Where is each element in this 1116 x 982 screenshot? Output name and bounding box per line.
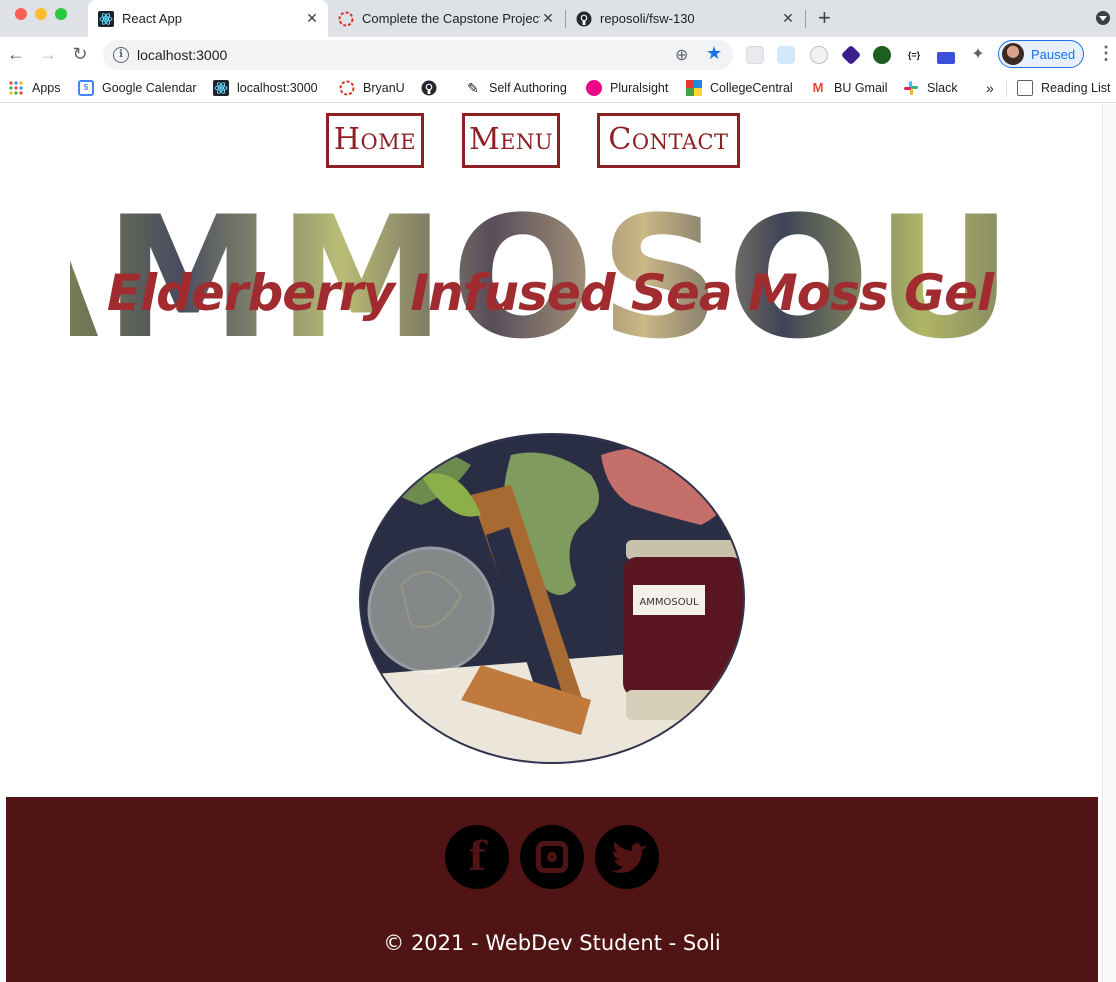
tab-title: React App	[122, 11, 182, 26]
bookmark-google-calendar[interactable]: 5 Google Calendar	[78, 79, 197, 97]
chevron-double-right-icon: »	[986, 80, 994, 96]
json-viewer-icon[interactable]: {=}	[905, 46, 923, 64]
bookmarks-overflow-button[interactable]: »	[986, 79, 994, 97]
product-photo-graphic: AMMOSOUL	[361, 435, 743, 762]
react-icon	[213, 80, 229, 96]
bookmark-self-authoring[interactable]: ✎ Self Authoring	[465, 79, 567, 97]
facebook-link[interactable]: f	[445, 825, 509, 889]
bookmark-localhost[interactable]: localhost:3000	[213, 79, 318, 97]
tab-title: Complete the Capstone Project	[362, 11, 540, 26]
nav-contact-link[interactable]: Contact	[597, 113, 740, 168]
reading-list-button[interactable]: Reading List	[1017, 79, 1111, 97]
extension-wave-icon[interactable]	[937, 52, 955, 64]
reading-list-icon	[1017, 80, 1033, 96]
browser-menu-icon[interactable]: ⋮	[1097, 43, 1115, 64]
instagram-link[interactable]	[520, 825, 584, 889]
google-calendar-icon: 5	[78, 80, 94, 96]
close-icon[interactable]: ✕	[304, 10, 320, 27]
bookmark-star-icon[interactable]: ★	[706, 43, 722, 64]
bookmark-bu-gmail[interactable]: M BU Gmail	[810, 79, 888, 97]
twitter-link[interactable]	[595, 825, 659, 889]
extension-layers-icon[interactable]	[840, 44, 862, 66]
icloud-icon[interactable]	[777, 46, 795, 64]
slack-icon	[903, 80, 919, 96]
github-icon	[576, 11, 592, 27]
github-icon	[421, 80, 437, 96]
avatar	[1002, 43, 1024, 65]
minimize-window-button[interactable]	[35, 8, 47, 20]
pluralsight-icon	[586, 80, 602, 96]
product-photo: AMMOSOUL	[359, 433, 745, 764]
gmail-icon: M	[812, 80, 824, 95]
browser-tab-bar: React App ✕ Complete the Capstone Projec…	[0, 0, 1116, 37]
bookmark-github[interactable]	[421, 79, 445, 97]
apps-grid-icon	[8, 80, 24, 96]
reload-icon[interactable]: ↻	[69, 43, 91, 65]
maximize-window-button[interactable]	[55, 8, 67, 20]
tab-search-icon[interactable]	[1096, 11, 1110, 25]
tab-separator	[805, 10, 806, 28]
facebook-icon: f	[468, 833, 486, 880]
pen-icon: ✎	[467, 80, 479, 96]
instagram-icon	[536, 841, 568, 873]
url-text[interactable]: localhost:3000	[137, 47, 227, 63]
extension-icon[interactable]	[746, 46, 764, 64]
close-window-button[interactable]	[15, 8, 27, 20]
close-icon[interactable]: ✕	[540, 10, 556, 27]
page-subtitle: Elderberry Infused Sea Moss Gel	[106, 264, 994, 322]
bookmark-collegecentral[interactable]: CollegeCentral	[686, 79, 793, 97]
bookmark-label: Reading List	[1041, 81, 1111, 95]
bookmark-pluralsight[interactable]: Pluralsight	[586, 79, 668, 97]
bookmark-label: Pluralsight	[610, 81, 669, 95]
close-icon[interactable]: ✕	[780, 10, 796, 27]
bookmark-label: Google Calendar	[102, 81, 197, 95]
back-icon[interactable]: ←	[5, 43, 27, 65]
page-scrollbar[interactable]	[1102, 104, 1116, 982]
forward-icon[interactable]: →	[37, 43, 59, 65]
site-info-icon[interactable]: i	[113, 47, 129, 63]
zoom-icon[interactable]: ⊕	[675, 45, 688, 65]
collegecentral-icon	[686, 80, 702, 96]
bryanu-icon	[338, 11, 354, 27]
bookmark-label: BryanU	[363, 81, 405, 95]
react-icon	[98, 10, 114, 27]
bookmark-label: CollegeCentral	[710, 81, 793, 95]
twitter-icon	[595, 825, 659, 893]
tab-title: reposoli/fsw-130	[600, 11, 695, 26]
bookmark-label: Apps	[32, 81, 61, 95]
new-tab-button[interactable]: +	[818, 6, 831, 30]
bookmark-apps[interactable]: Apps	[8, 79, 61, 97]
bookmark-label: localhost:3000	[237, 81, 318, 95]
extension-panda-icon[interactable]	[873, 46, 891, 64]
jar-label-text: AMMOSOUL	[639, 597, 699, 608]
bookmark-label: Slack	[927, 81, 958, 95]
copyright-text: © 2021 - WebDev Student - Soli	[383, 931, 721, 955]
browser-toolbar: ← → ↻ i localhost:3000 ⊕ ★ {=} ✦ Paused …	[0, 37, 1116, 73]
extensions-puzzle-icon[interactable]: ✦	[969, 46, 987, 64]
nav-menu-link[interactable]: Menu	[462, 113, 560, 168]
bookmark-slack[interactable]: Slack	[903, 79, 958, 97]
address-bar[interactable]: i localhost:3000 ⊕ ★	[103, 40, 733, 70]
tab-capstone-project[interactable]: Complete the Capstone Project ✕	[328, 0, 564, 37]
bookmark-divider	[1006, 81, 1007, 97]
bookmarks-bar: Apps 5 Google Calendar localhost:3000 Br…	[0, 73, 1116, 103]
site-footer: f © 2021 - WebDev Student - Soli	[6, 797, 1098, 982]
bookmark-label: Self Authoring	[489, 81, 567, 95]
nav-home-link[interactable]: Home	[326, 113, 424, 168]
bookmark-label: BU Gmail	[834, 81, 888, 95]
tab-github-repo[interactable]: reposoli/fsw-130 ✕	[566, 0, 804, 37]
page-viewport: Home Menu Contact MMOSOU Elderberry Infu…	[0, 104, 1116, 982]
extension-timer-icon[interactable]	[810, 46, 828, 64]
bookmark-bryanu[interactable]: BryanU	[339, 79, 405, 97]
profile-status: Paused	[1031, 47, 1076, 62]
bryanu-icon	[339, 80, 355, 96]
tab-react-app[interactable]: React App ✕	[88, 0, 328, 37]
profile-button[interactable]: Paused	[998, 40, 1084, 68]
